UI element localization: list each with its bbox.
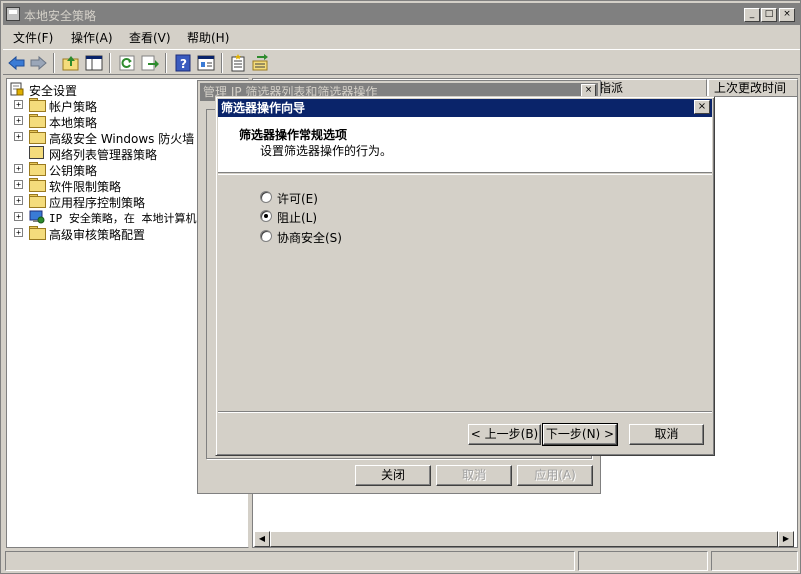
tree-root-label: 安全设置 [29, 84, 78, 98]
wizard-cancel-button[interactable]: 取消 [629, 424, 704, 445]
option-block-label: 阻止(L) [277, 211, 318, 225]
scroll-right-icon[interactable]: ▶ [778, 531, 794, 547]
toolbar: ? [3, 49, 800, 75]
tree-item-label: 公钥策略 [49, 164, 98, 178]
tree-item-label: 本地策略 [49, 116, 98, 130]
radio-block[interactable] [260, 210, 272, 222]
status-cell-main [5, 551, 575, 571]
menu-help[interactable]: 帮助(H) [187, 29, 229, 46]
header-divider [218, 174, 712, 175]
scroll-left-icon[interactable]: ◀ [254, 531, 270, 547]
svg-text:?: ? [180, 57, 187, 71]
tree-item-label: 应用程序控制策略 [49, 196, 146, 210]
properties-pane-icon[interactable] [196, 53, 216, 73]
wizard-close-button[interactable]: × [694, 100, 710, 114]
folder-icon [29, 162, 46, 176]
wizard-header-title: 筛选器操作常规选项 [239, 128, 348, 142]
expand-icon[interactable]: + [14, 132, 23, 141]
refresh-icon[interactable] [117, 53, 137, 73]
scroll-thumb[interactable] [270, 531, 778, 547]
toolbar-separator [109, 53, 111, 73]
tree-item-label: 网络列表管理器策略 [49, 148, 158, 162]
folder-icon [29, 178, 46, 192]
forward-arrow-icon[interactable] [28, 53, 48, 73]
tree-item-label: 高级安全 Windows 防火墙 [49, 132, 195, 146]
security-settings-icon [10, 82, 24, 96]
folder-icon [29, 130, 46, 144]
radio-negotiate[interactable] [260, 230, 272, 242]
show-hide-tree-icon[interactable] [84, 53, 104, 73]
wizard-title-bar[interactable]: 筛选器操作向导 [218, 99, 712, 117]
menu-view[interactable]: 查看(V) [129, 29, 171, 46]
expand-icon[interactable]: + [14, 212, 23, 221]
local-security-policy-icon [6, 7, 20, 21]
maximize-button[interactable]: □ [761, 8, 777, 22]
menu-bar: 文件(F) 操作(A) 查看(V) 帮助(H) [3, 26, 800, 48]
expand-icon[interactable]: + [14, 228, 23, 237]
next-button[interactable]: 下一步(N) > [542, 423, 618, 446]
menu-file[interactable]: 文件(F) [13, 29, 53, 46]
horizontal-scrollbar[interactable]: ◀ ▶ [254, 531, 794, 547]
folder-icon [29, 194, 46, 208]
toolbar-separator [53, 53, 55, 73]
column-header-last-modified[interactable]: 上次更改时间 [708, 79, 798, 97]
footer-divider [218, 411, 712, 413]
ip-security-icon [29, 210, 45, 224]
wizard-title: 筛选器操作向导 [221, 101, 306, 115]
close-button[interactable]: × [779, 8, 795, 22]
back-arrow-icon[interactable] [7, 53, 27, 73]
back-button[interactable]: < 上一步(B) [468, 424, 541, 445]
status-cell-3 [711, 551, 798, 571]
manage-filter-icon[interactable] [250, 53, 270, 73]
network-list-icon [29, 146, 44, 159]
option-negotiate-label: 协商安全(S) [277, 231, 342, 245]
up-folder-icon[interactable] [61, 53, 81, 73]
toolbar-separator [221, 53, 223, 73]
cancel-dialog-button[interactable]: 取消 [436, 465, 512, 486]
expand-icon[interactable]: + [14, 196, 23, 205]
radio-permit[interactable] [260, 191, 272, 203]
folder-lock-icon [29, 114, 46, 128]
expand-icon[interactable]: + [14, 100, 23, 109]
tree-item-label: 软件限制策略 [49, 180, 122, 194]
window-title: 本地安全策略 [24, 9, 97, 23]
menu-action[interactable]: 操作(A) [71, 29, 113, 46]
tree-item-label: IP 安全策略，在 本地计算机 [49, 212, 197, 225]
title-bar[interactable]: 本地安全策略 _ □ × [3, 3, 800, 25]
column-header-assigned[interactable]: 指派 [593, 79, 707, 97]
close-dialog-button[interactable]: 关闭 [355, 465, 431, 486]
folder-icon [29, 226, 46, 240]
status-cell-2 [578, 551, 708, 571]
expand-icon[interactable]: + [14, 164, 23, 173]
wizard-header: 筛选器操作常规选项 设置筛选器操作的行为。 [218, 117, 712, 173]
new-policy-icon[interactable] [228, 53, 248, 73]
status-bar [3, 551, 800, 571]
toolbar-separator [165, 53, 167, 73]
tree-item-label: 高级审核策略配置 [49, 228, 146, 242]
folder-lock-icon [29, 98, 46, 112]
wizard-header-subtitle: 设置筛选器操作的行为。 [260, 144, 393, 158]
expand-icon[interactable]: + [14, 180, 23, 189]
export-list-icon[interactable] [140, 53, 160, 73]
filter-action-wizard: 筛选器操作向导 × 筛选器操作常规选项 设置筛选器操作的行为。 许可(E) 阻止… [215, 96, 715, 456]
apply-button[interactable]: 应用(A) [517, 465, 593, 486]
expand-icon[interactable]: + [14, 116, 23, 125]
tree-item-label: 帐户策略 [49, 100, 98, 114]
help-icon[interactable]: ? [173, 53, 193, 73]
minimize-button[interactable]: _ [744, 8, 760, 22]
option-permit-label: 许可(E) [277, 192, 318, 206]
